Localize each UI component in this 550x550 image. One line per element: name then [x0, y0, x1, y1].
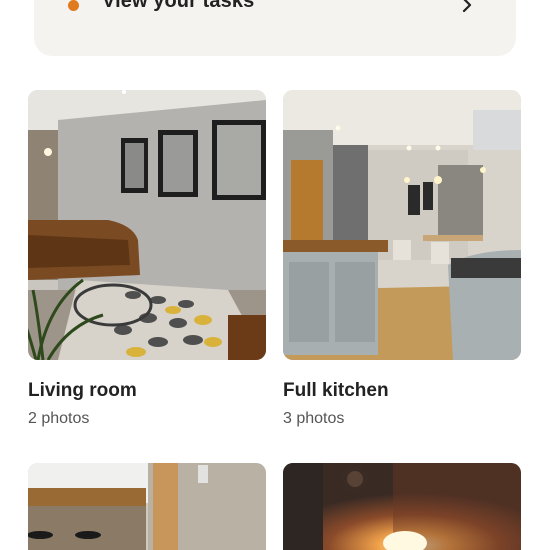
room-photo-count: 2 photos: [28, 410, 90, 427]
room-photo-grid: Living room 2 photos Full kitchen 3 phot…: [0, 0, 550, 550]
room-photo-4[interactable]: [283, 463, 521, 550]
living-room-photo[interactable]: [28, 90, 266, 360]
room-name: Living room: [28, 380, 137, 401]
full-kitchen-photo[interactable]: [283, 90, 521, 360]
room-photo-3[interactable]: [28, 463, 266, 550]
room-name: Full kitchen: [283, 380, 389, 401]
room-photo-count: 3 photos: [283, 410, 345, 427]
